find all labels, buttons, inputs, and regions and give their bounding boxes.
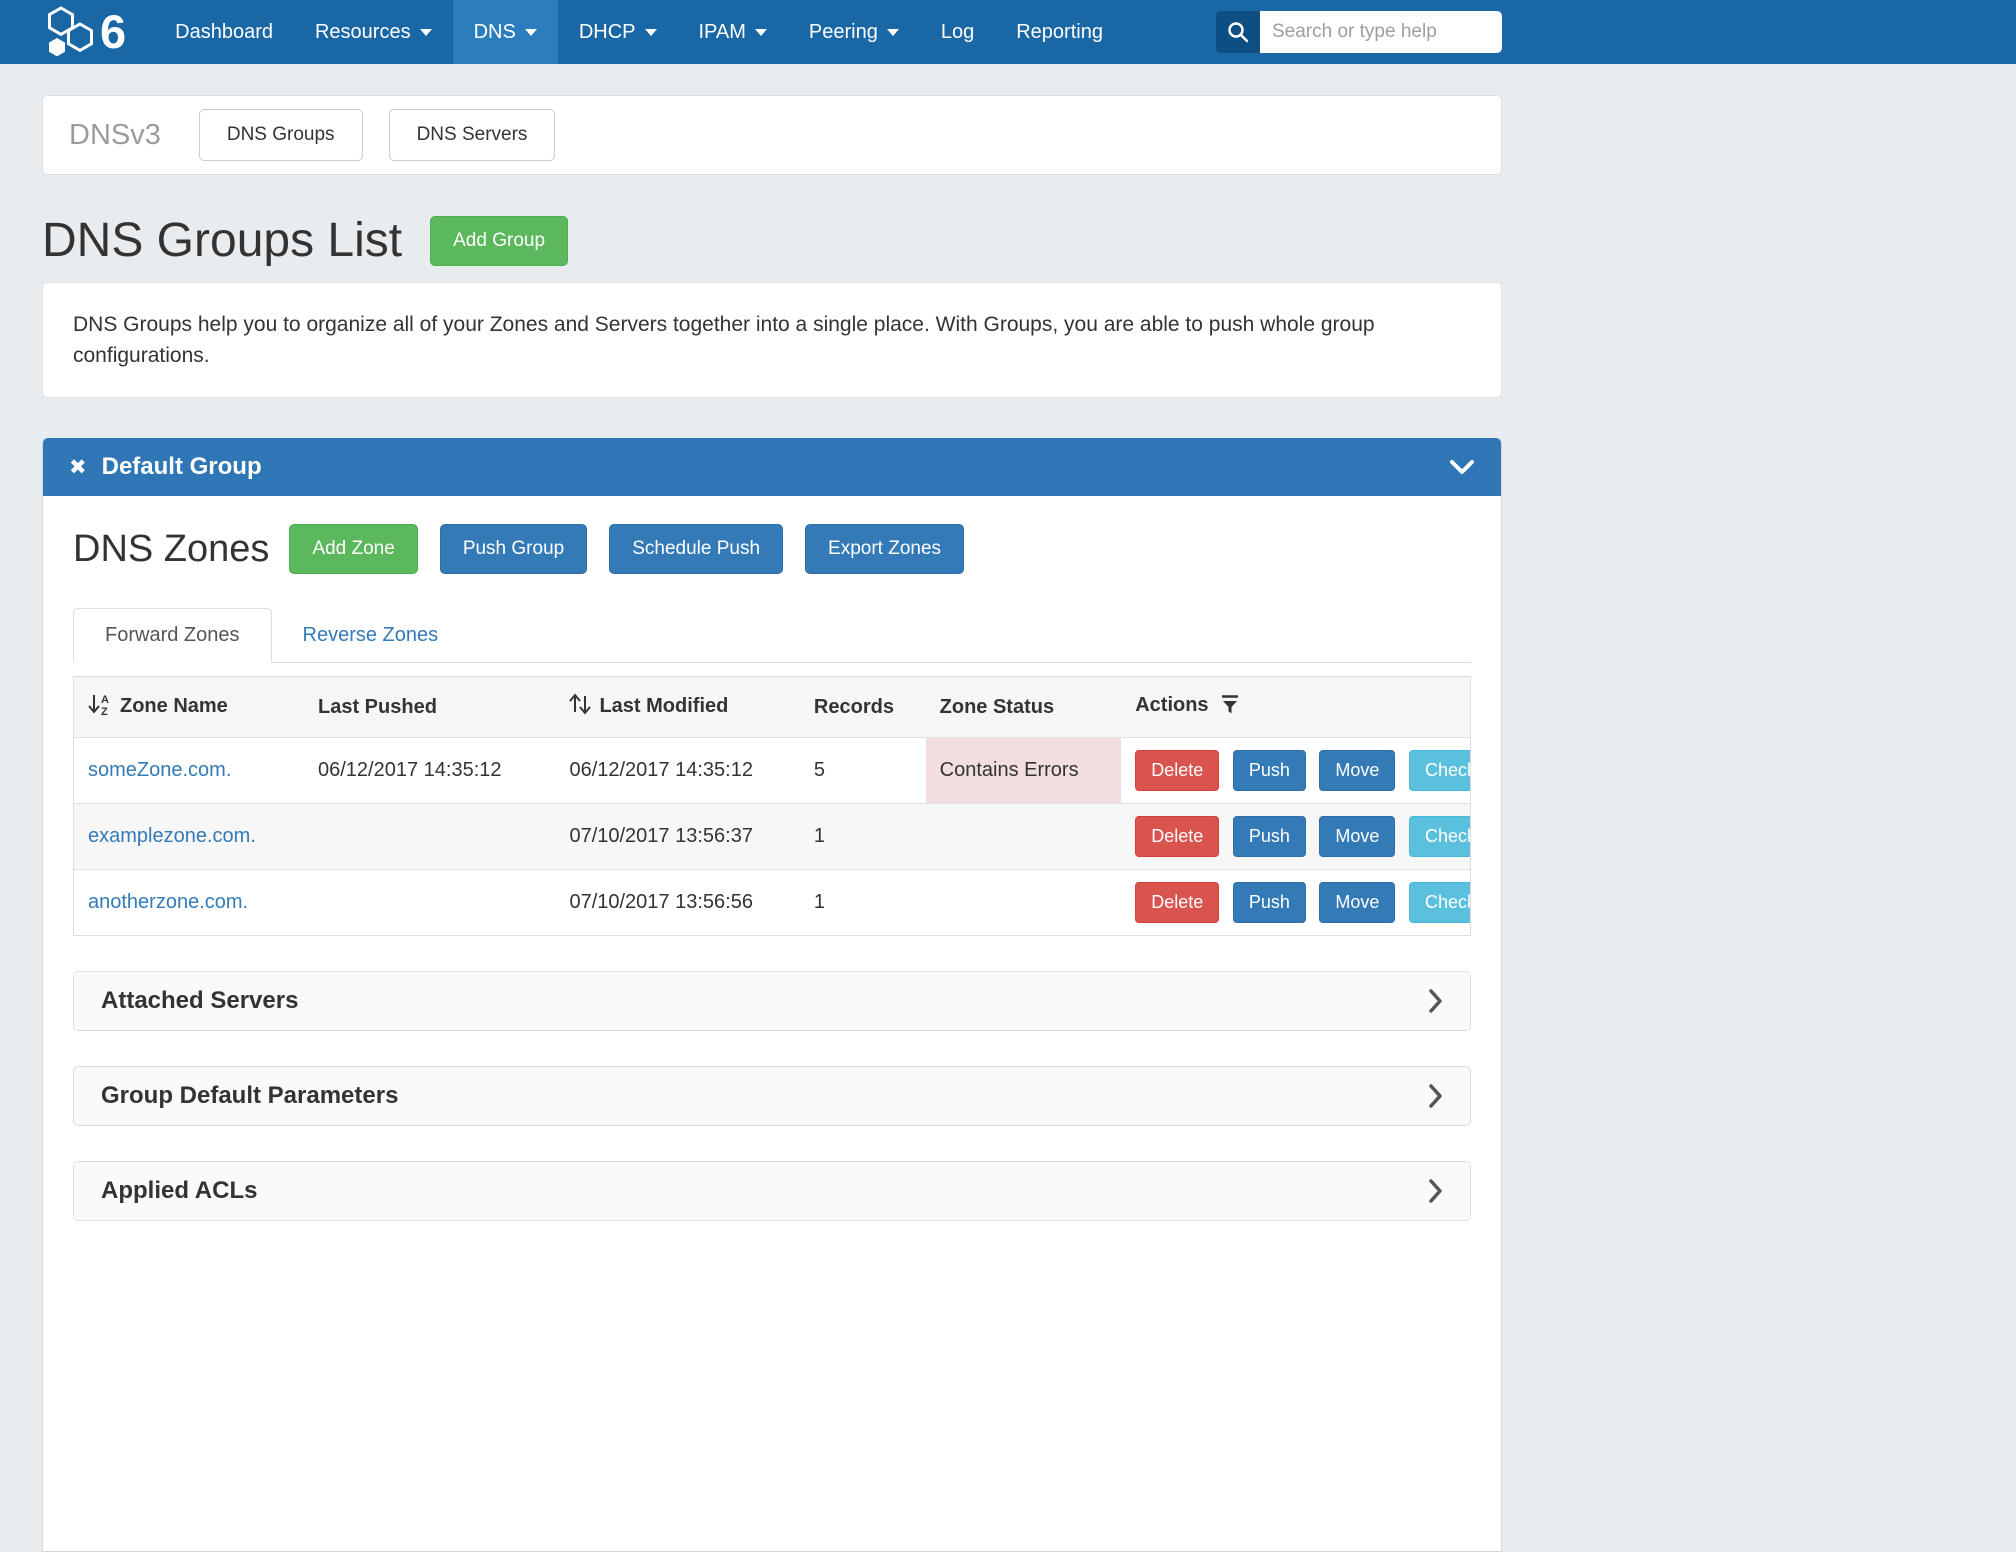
last-modified-value: 07/10/2017 13:56:56 — [555, 870, 799, 936]
col-actions: Actions — [1121, 677, 1470, 738]
move-button[interactable]: Move — [1319, 750, 1395, 791]
dns-zones-title: DNS Zones — [73, 528, 269, 571]
table-row: someZone.com. 06/12/2017 14:35:12 06/12/… — [74, 738, 1471, 804]
logo-numeral: 6 — [100, 0, 126, 64]
actions-cell: Delete Push Move Check — [1121, 804, 1470, 870]
last-pushed-value — [304, 870, 555, 936]
records-value: 5 — [800, 738, 926, 804]
table-row: examplezone.com. 07/10/2017 13:56:37 1 D… — [74, 804, 1471, 870]
context-label: DNSv3 — [69, 119, 161, 152]
search-icon — [1216, 11, 1260, 53]
push-button[interactable]: Push — [1233, 750, 1306, 791]
chevron-down-icon — [645, 29, 657, 36]
delete-button[interactable]: Delete — [1135, 882, 1219, 923]
export-zones-button[interactable]: Export Zones — [805, 524, 964, 574]
dns-servers-button[interactable]: DNS Servers — [389, 109, 556, 161]
svg-text:Z: Z — [101, 706, 108, 716]
move-button[interactable]: Move — [1319, 816, 1395, 857]
nav-item-resources[interactable]: Resources — [294, 0, 453, 64]
chevron-right-icon — [1428, 1178, 1443, 1204]
group-panel-body: DNS Zones Add Zone Push Group Schedule P… — [43, 496, 1501, 1551]
default-group-panel: ✖ Default Group DNS Zones Add Zone Push … — [42, 438, 1502, 1552]
filter-icon[interactable] — [1219, 693, 1241, 721]
zone-status-badge — [926, 804, 1122, 870]
actions-cell: Delete Push Move Check — [1121, 870, 1470, 936]
check-button[interactable]: Check — [1409, 750, 1471, 791]
last-pushed-value: 06/12/2017 14:35:12 — [304, 738, 555, 804]
table-row: anotherzone.com. 07/10/2017 13:56:56 1 D… — [74, 870, 1471, 936]
push-button[interactable]: Push — [1233, 816, 1306, 857]
section-attached-servers[interactable]: Attached Servers — [73, 971, 1471, 1031]
nav-item-reporting[interactable]: Reporting — [995, 0, 1124, 64]
zone-name-link[interactable]: anotherzone.com. — [88, 891, 248, 913]
add-group-button[interactable]: Add Group — [430, 216, 568, 266]
col-last-pushed[interactable]: Last Pushed — [304, 677, 555, 738]
sort-alpha-icon[interactable]: AZ — [88, 692, 112, 722]
zone-name-link[interactable]: someZone.com. — [88, 759, 231, 781]
delete-button[interactable]: Delete — [1135, 816, 1219, 857]
nav-item-dhcp[interactable]: DHCP — [558, 0, 678, 64]
sort-icon[interactable] — [569, 692, 591, 722]
col-last-modified[interactable]: Last Modified — [555, 677, 799, 738]
chevron-down-icon — [420, 29, 432, 36]
page-title-row: DNS Groups List Add Group — [42, 213, 1502, 268]
intro-text: DNS Groups help you to organize all of y… — [73, 309, 1471, 371]
col-records[interactable]: Records — [800, 677, 926, 738]
dns-groups-button[interactable]: DNS Groups — [199, 109, 363, 161]
svg-text:A: A — [101, 694, 109, 706]
chevron-down-icon — [887, 29, 899, 36]
zone-name-link[interactable]: examplezone.com. — [88, 825, 256, 847]
check-button[interactable]: Check — [1409, 882, 1471, 923]
delete-button[interactable]: Delete — [1135, 750, 1219, 791]
last-modified-value: 06/12/2017 14:35:12 — [555, 738, 799, 804]
chevron-down-icon — [755, 29, 767, 36]
hexagon-logo-icon — [42, 5, 98, 59]
nav-item-dns[interactable]: DNS — [453, 0, 558, 64]
zone-status-badge: Contains Errors — [926, 738, 1122, 804]
global-search — [1216, 11, 1502, 53]
schedule-push-button[interactable]: Schedule Push — [609, 524, 783, 574]
nav-item-ipam[interactable]: IPAM — [678, 0, 788, 64]
chevron-down-icon — [525, 29, 537, 36]
section-applied-acls[interactable]: Applied ACLs — [73, 1161, 1471, 1221]
chevron-down-icon[interactable] — [1449, 459, 1475, 475]
nav-item-peering[interactable]: Peering — [788, 0, 920, 64]
records-value: 1 — [800, 870, 926, 936]
col-zone-status[interactable]: Zone Status — [926, 677, 1122, 738]
col-zone-name[interactable]: AZ Zone Name — [74, 677, 305, 738]
zones-table: AZ Zone Name Last Pushed Last Modified R… — [73, 676, 1471, 936]
close-icon[interactable]: ✖ — [69, 457, 87, 478]
last-pushed-value — [304, 804, 555, 870]
check-button[interactable]: Check — [1409, 816, 1471, 857]
push-button[interactable]: Push — [1233, 882, 1306, 923]
top-navbar: 6 Dashboard Resources DNS DHCP IPAM Peer… — [0, 0, 2016, 64]
group-title: Default Group — [102, 453, 262, 481]
move-button[interactable]: Move — [1319, 882, 1395, 923]
tab-forward-zones[interactable]: Forward Zones — [73, 608, 272, 663]
nav-item-dashboard[interactable]: Dashboard — [154, 0, 294, 64]
chevron-right-icon — [1428, 988, 1443, 1014]
dns-zones-header-row: DNS Zones Add Zone Push Group Schedule P… — [73, 524, 1471, 574]
context-toolbar: DNSv3 DNS Groups DNS Servers — [42, 95, 1502, 175]
table-header-row: AZ Zone Name Last Pushed Last Modified R… — [74, 677, 1471, 738]
chevron-right-icon — [1428, 1083, 1443, 1109]
section-group-default-parameters[interactable]: Group Default Parameters — [73, 1066, 1471, 1126]
push-group-button[interactable]: Push Group — [440, 524, 587, 574]
zone-status-badge — [926, 870, 1122, 936]
actions-cell: Delete Push Move Check — [1121, 738, 1470, 804]
search-input[interactable] — [1260, 11, 1502, 53]
section-label: Attached Servers — [101, 987, 298, 1015]
app-logo[interactable]: 6 — [42, 0, 126, 64]
page-title: DNS Groups List — [42, 213, 402, 268]
last-modified-value: 07/10/2017 13:56:37 — [555, 804, 799, 870]
group-panel-header[interactable]: ✖ Default Group — [43, 438, 1501, 496]
section-label: Group Default Parameters — [101, 1082, 398, 1110]
tab-reverse-zones[interactable]: Reverse Zones — [272, 609, 470, 662]
intro-box: DNS Groups help you to organize all of y… — [42, 282, 1502, 398]
records-value: 1 — [800, 804, 926, 870]
add-zone-button[interactable]: Add Zone — [289, 524, 417, 574]
zones-tabs: Forward Zones Reverse Zones — [73, 608, 1471, 663]
section-label: Applied ACLs — [101, 1177, 257, 1205]
nav-item-log[interactable]: Log — [920, 0, 995, 64]
